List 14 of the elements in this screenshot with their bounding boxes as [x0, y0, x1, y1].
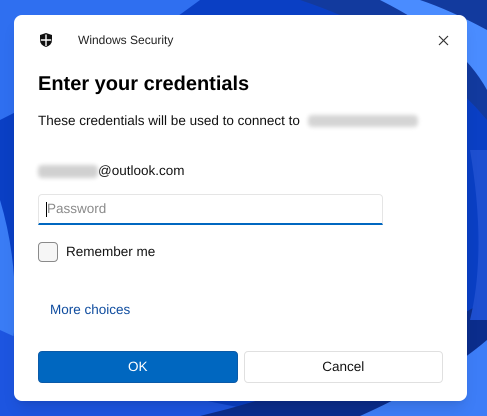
dialog-heading: Enter your credentials — [38, 72, 250, 97]
window-title: Windows Security — [78, 32, 174, 49]
text-cursor — [46, 202, 47, 216]
remember-checkbox[interactable] — [38, 242, 58, 262]
cancel-button[interactable]: Cancel — [244, 351, 443, 383]
description-text: These credentials will be used to connect to — [38, 112, 300, 130]
blurred-text — [38, 164, 98, 178]
password-field[interactable]: Password — [38, 194, 383, 224]
more-choices-link[interactable]: More choices — [50, 300, 130, 320]
shield-icon — [38, 32, 54, 48]
account-email: @outlook.com — [98, 162, 184, 180]
close-icon — [438, 34, 448, 46]
ok-button[interactable]: OK — [38, 351, 238, 383]
remember-label: Remember me — [66, 242, 156, 260]
